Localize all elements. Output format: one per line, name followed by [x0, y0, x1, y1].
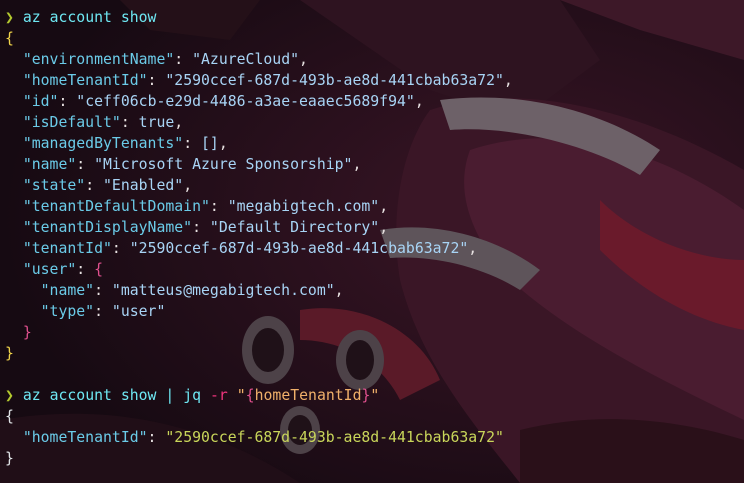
- json-close-brace: }: [5, 448, 744, 469]
- json-key: "environmentName": [22, 51, 175, 68]
- json-value: "Microsoft Azure Sponsorship": [94, 156, 353, 173]
- quote: ": [236, 387, 246, 404]
- json-line: "tenantDefaultDomain": "megabigtech.com"…: [22, 198, 389, 215]
- json-key: "managedByTenants": [22, 135, 184, 152]
- json-key: "tenantId": [22, 240, 112, 257]
- json-key: "state": [22, 177, 86, 194]
- json-value: "user": [111, 303, 166, 320]
- brace: {: [94, 261, 104, 278]
- brace: {: [5, 408, 14, 425]
- quote: ": [370, 387, 380, 404]
- json-value: "2590ccef-687d-493b-ae8d-441cbab63a72": [165, 72, 504, 89]
- json-close-brace: }: [5, 322, 744, 343]
- json-value: "ceff06cb-e29d-4486-a3ae-eaaec5689f94": [76, 93, 415, 110]
- json-line: "homeTenantId": "2590ccef-687d-493b-ae8d…: [22, 72, 513, 89]
- brace: }: [5, 345, 14, 362]
- json-line: "isDefault": true,: [22, 114, 184, 131]
- json-key: "name": [40, 282, 95, 299]
- json-line: "state": "Enabled",: [22, 177, 193, 194]
- json-value: "Enabled": [103, 177, 184, 194]
- json-value: "matteus@megabigtech.com": [111, 282, 335, 299]
- json-line: "environmentName": "AzureCloud",: [22, 51, 308, 68]
- json-key: "type": [40, 303, 95, 320]
- command-line-2: ❯ az account show | jq -r "{homeTenantId…: [5, 385, 744, 406]
- json-key: "tenantDefaultDomain": [22, 198, 210, 215]
- json-key: "name": [22, 156, 77, 173]
- json-open-brace: {: [5, 406, 744, 427]
- json-value: "megabigtech.com": [227, 198, 380, 215]
- brace: }: [5, 450, 14, 467]
- pipe-symbol: |: [165, 387, 175, 404]
- json-line: "tenantId": "2590ccef-687d-493b-ae8d-441…: [22, 240, 478, 257]
- json-line: "name": "Microsoft Azure Sponsorship",: [22, 156, 362, 173]
- json-line: "homeTenantId": "2590ccef-687d-493b-ae8d…: [22, 429, 504, 446]
- json-line: "tenantDisplayName": "Default Directory"…: [22, 219, 389, 236]
- json-key: "isDefault": [22, 114, 121, 131]
- json-open-brace: {: [5, 28, 744, 49]
- command-flag: -r: [210, 387, 228, 404]
- json-key: "homeTenantId": [22, 72, 148, 89]
- command-text: az account show: [22, 387, 157, 404]
- terminal-output: ❯ az account show { "environmentName": "…: [5, 7, 744, 469]
- json-value: []: [201, 135, 219, 152]
- command-text: az account show: [22, 9, 157, 26]
- json-value: "AzureCloud": [192, 51, 300, 68]
- prompt-icon: ❯: [5, 9, 14, 26]
- json-value: "Default Directory": [209, 219, 380, 236]
- command-tool: jq: [183, 387, 202, 404]
- json-line: "user": {: [22, 261, 104, 278]
- json-line: "id": "ceff06cb-e29d-4486-a3ae-eaaec5689…: [22, 93, 424, 110]
- jq-filter: homeTenantId: [254, 387, 362, 404]
- command-line-1: ❯ az account show: [5, 7, 744, 28]
- json-key: "id": [22, 93, 59, 110]
- json-key: "user": [22, 261, 77, 278]
- json-line: "name": "matteus@megabigtech.com",: [40, 282, 344, 299]
- brace: {: [245, 387, 255, 404]
- json-close-brace: }: [5, 343, 744, 364]
- json-key: "tenantDisplayName": [22, 219, 193, 236]
- json-value: "2590ccef-687d-493b-ae8d-441cbab63a72": [165, 429, 504, 446]
- prompt-icon: ❯: [5, 387, 14, 404]
- json-value: "2590ccef-687d-493b-ae8d-441cbab63a72": [129, 240, 469, 257]
- json-line: "managedByTenants": [],: [22, 135, 228, 152]
- json-value: true: [138, 114, 175, 131]
- brace: {: [5, 30, 14, 47]
- brace: }: [22, 324, 32, 341]
- json-key: "homeTenantId": [22, 429, 148, 446]
- json-line: "type": "user": [40, 303, 166, 320]
